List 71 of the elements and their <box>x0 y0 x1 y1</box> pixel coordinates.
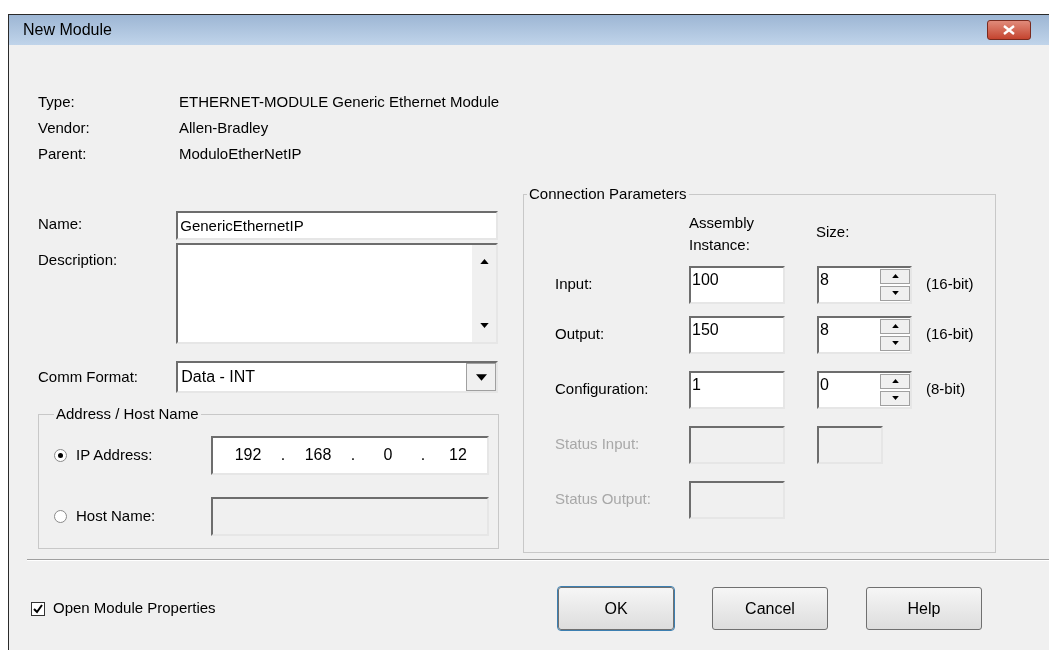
column-header: Assembly Instance: <box>689 212 756 255</box>
spin-down-button[interactable] <box>880 285 910 301</box>
radio-button[interactable] <box>54 509 67 523</box>
comm-format-dropdown[interactable]: Data - INT <box>176 361 498 393</box>
field-label: Name: <box>38 214 84 234</box>
field-label: Vendor: <box>38 117 91 138</box>
ip-octet: 0 <box>382 445 394 465</box>
arrow-down-icon <box>891 291 899 295</box>
size-spinner[interactable]: 0 <box>817 370 912 409</box>
dropdown-button[interactable] <box>466 363 496 391</box>
host-name-field[interactable] <box>211 496 489 536</box>
spin-up-button[interactable] <box>880 373 910 389</box>
dropdown-value: Data - INT <box>180 367 256 387</box>
field-label: Parent: <box>38 143 88 164</box>
spin-up-button[interactable] <box>880 318 910 334</box>
spin-down-button[interactable] <box>880 335 910 351</box>
ip-address-field[interactable]: 192 . 168 . 0 . 12 <box>211 435 489 475</box>
unit-label: (8-bit) <box>926 379 966 400</box>
ip-octet: 12 <box>448 445 468 465</box>
ip-separator: . <box>349 445 357 465</box>
group-title: Address / Host Name <box>55 404 200 424</box>
arrow-down-icon <box>479 323 489 328</box>
checkbox-label: Open Module Properties <box>53 598 216 619</box>
row-label: Status Input: <box>555 434 641 455</box>
close-icon <box>1003 25 1015 35</box>
dialog-button[interactable]: Cancel <box>712 587 828 630</box>
row-label: Output: <box>555 324 606 345</box>
instance-field[interactable]: 100 <box>689 265 785 304</box>
scrollbar[interactable] <box>472 245 496 342</box>
field-label: Description: <box>38 250 119 270</box>
row-label: Input: <box>555 274 594 295</box>
size-spinner[interactable]: 8 <box>817 315 912 354</box>
row-label: Configuration: <box>555 379 650 400</box>
description-field[interactable] <box>176 243 498 344</box>
arrow-down-icon <box>891 396 899 400</box>
size-spinner[interactable]: 8 <box>817 265 912 304</box>
unit-label: (16-bit) <box>926 324 974 345</box>
instance-field[interactable]: 150 <box>689 315 785 354</box>
option-label: Host Name: <box>76 505 157 526</box>
close-button[interactable] <box>987 20 1031 40</box>
check-icon <box>33 603 43 614</box>
size-field <box>817 425 883 464</box>
instance-field[interactable]: 1 <box>689 370 785 409</box>
ip-octet: 168 <box>303 445 333 465</box>
row-label: Status Output: <box>555 489 652 510</box>
caret-icon <box>475 373 487 381</box>
group-title: Connection Parameters <box>528 184 688 204</box>
arrow-up-icon <box>891 274 899 278</box>
field-value: Allen-Bradley <box>179 117 269 138</box>
ip-separator: . <box>419 445 427 465</box>
arrow-up-icon <box>891 379 899 383</box>
spin-up-button[interactable] <box>880 268 910 284</box>
column-header: Size: <box>816 222 850 242</box>
checkbox[interactable] <box>31 601 45 616</box>
unit-label: (16-bit) <box>926 274 974 295</box>
arrow-up-icon <box>891 324 899 328</box>
window-title: New Module <box>23 20 112 40</box>
dialog-button[interactable]: OK <box>558 587 674 630</box>
field-value: ModuloEtherNetIP <box>179 143 302 164</box>
field-value: ETHERNET-MODULE Generic Ethernet Module <box>179 91 500 112</box>
arrow-down-icon <box>891 341 899 345</box>
arrow-up-icon <box>479 259 489 264</box>
name-field[interactable]: GenericEthernetIP <box>176 211 498 240</box>
radio-button[interactable] <box>54 448 67 462</box>
field-label: Type: <box>38 91 76 112</box>
ip-octet: 192 <box>233 445 263 465</box>
spin-down-button[interactable] <box>880 390 910 406</box>
ip-separator: . <box>279 445 287 465</box>
option-label: IP Address: <box>76 444 154 465</box>
dialog-button[interactable]: Help <box>866 587 982 630</box>
field-label: Comm Format: <box>38 366 139 387</box>
